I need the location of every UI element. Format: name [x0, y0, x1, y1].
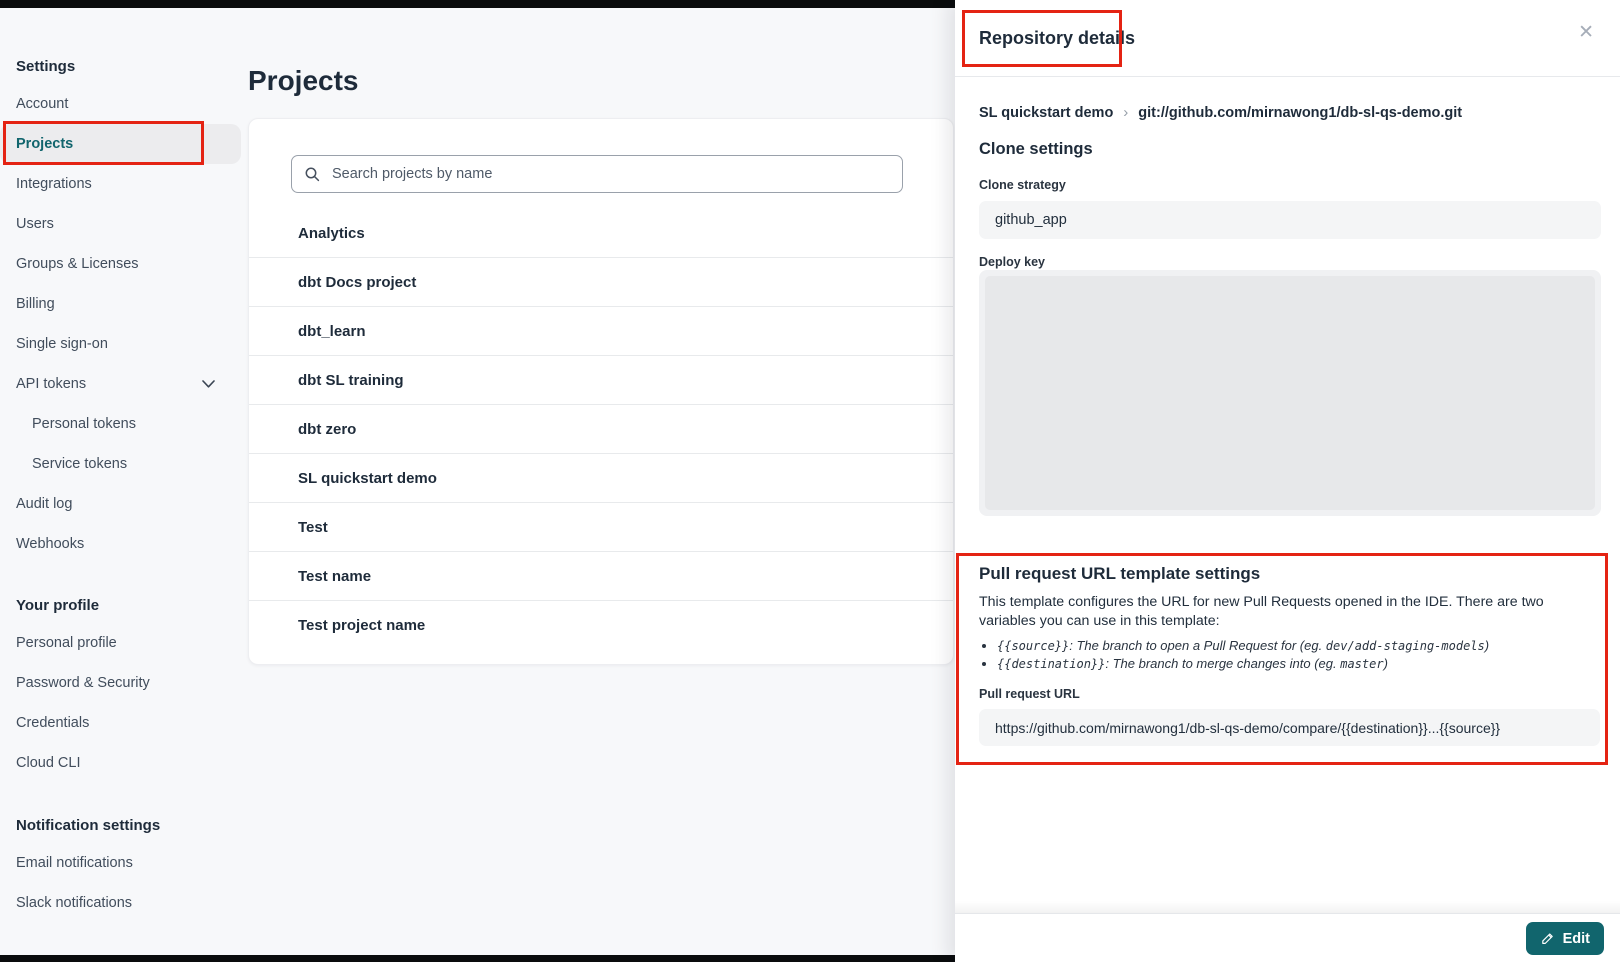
sidebar-item-personal-tokens[interactable]: Personal tokens — [0, 404, 241, 444]
sidebar-item-password-security[interactable]: Password & Security — [0, 663, 241, 703]
project-row-dbt-docs-project[interactable]: dbt Docs project — [249, 258, 953, 307]
deploy-key-label: Deploy key — [979, 255, 1045, 269]
project-row-sl-quickstart-demo[interactable]: SL quickstart demo — [249, 454, 953, 503]
project-row-test-name[interactable]: Test name — [249, 552, 953, 601]
sidebar-item-label: Webhooks — [16, 536, 84, 552]
project-name: Analytics — [298, 225, 365, 242]
sidebar-heading-settings: Settings — [0, 48, 248, 84]
project-name: Test project name — [298, 617, 425, 634]
pr-template-heading: Pull request URL template settings — [979, 564, 1600, 584]
top-chrome-bar — [0, 0, 955, 8]
project-row-dbt-sl-training[interactable]: dbt SL training — [249, 356, 953, 405]
sidebar-item-integrations[interactable]: Integrations — [0, 164, 241, 204]
sidebar-heading-your-profile: Your profile — [0, 587, 248, 623]
project-name: Test name — [298, 568, 371, 585]
project-row-test[interactable]: Test — [249, 503, 953, 552]
sidebar-item-label: Billing — [16, 296, 55, 312]
sidebar-item-label: Email notifications — [16, 855, 133, 871]
drawer-body: SL quickstart demo › git://github.com/mi… — [955, 77, 1620, 913]
edit-button-label: Edit — [1563, 931, 1590, 947]
pr-template-section: Pull request URL template settings This … — [979, 564, 1600, 746]
project-name: SL quickstart demo — [298, 470, 437, 487]
sidebar-item-audit-log[interactable]: Audit log — [0, 484, 241, 524]
sidebar-item-groups-licenses[interactable]: Groups & Licenses — [0, 244, 241, 284]
deploy-key-box — [979, 270, 1601, 516]
sidebar-item-label: Personal tokens — [32, 416, 136, 432]
sidebar-item-projects[interactable]: Projects — [0, 124, 241, 164]
sidebar-item-label: Cloud CLI — [16, 755, 80, 771]
project-name: dbt SL training — [298, 372, 404, 389]
sidebar-item-label: Account — [16, 96, 68, 112]
pr-variable-list: {{source}}: The branch to open a Pull Re… — [979, 637, 1600, 673]
project-row-analytics[interactable]: Analytics — [249, 209, 953, 258]
close-icon[interactable]: ✕ — [1572, 22, 1600, 43]
sidebar-item-label: Personal profile — [16, 635, 117, 651]
pencil-icon — [1540, 931, 1555, 946]
project-name: dbt zero — [298, 421, 356, 438]
sidebar-item-label: Password & Security — [16, 675, 150, 691]
search-input[interactable] — [330, 165, 890, 183]
pull-request-url-value: https://github.com/mirnawong1/db-sl-qs-d… — [979, 709, 1600, 746]
sidebar-item-credentials[interactable]: Credentials — [0, 703, 241, 743]
page-title: Projects — [248, 65, 359, 97]
sidebar-item-api-tokens[interactable]: API tokens — [0, 364, 241, 404]
deploy-key-redacted-value — [985, 276, 1595, 510]
pull-request-url-label: Pull request URL — [979, 687, 1600, 701]
pr-variable-source: {{source}}: The branch to open a Pull Re… — [997, 637, 1600, 655]
search-icon — [304, 166, 321, 183]
sidebar-item-personal-profile[interactable]: Personal profile — [0, 623, 241, 663]
breadcrumb-project[interactable]: SL quickstart demo — [979, 105, 1113, 121]
project-name: dbt Docs project — [298, 274, 416, 291]
breadcrumb-repo-url: git://github.com/mirnawong1/db-sl-qs-dem… — [1138, 105, 1462, 121]
sidebar-item-label: Audit log — [16, 496, 72, 512]
edit-button[interactable]: Edit — [1526, 922, 1604, 955]
sidebar-item-cloud-cli[interactable]: Cloud CLI — [0, 743, 241, 783]
sidebar-item-label: Slack notifications — [16, 895, 132, 911]
sidebar-item-account[interactable]: Account — [0, 84, 241, 124]
sidebar-item-single-sign-on[interactable]: Single sign-on — [0, 324, 241, 364]
sidebar-item-slack-notifications[interactable]: Slack notifications — [0, 883, 241, 923]
breadcrumb-separator-icon: › — [1123, 104, 1128, 121]
drawer-header: Repository details ✕ — [955, 0, 1620, 77]
project-row-dbt-learn[interactable]: dbt_learn — [249, 307, 953, 356]
sidebar-item-label: API tokens — [16, 376, 86, 392]
drawer-title: Repository details — [979, 28, 1135, 49]
sidebar-heading-notification-settings: Notification settings — [0, 807, 248, 843]
sidebar-item-label: Users — [16, 216, 54, 232]
project-list: Analytics dbt Docs project dbt_learndbt SL… — [249, 209, 953, 650]
repository-details-drawer: Repository details ✕ SL quickstart demo … — [955, 0, 1620, 962]
sidebar-item-label: Credentials — [16, 715, 89, 731]
chevron-down-icon[interactable] — [202, 380, 215, 389]
project-search[interactable] — [291, 155, 903, 193]
projects-card: Analytics dbt Docs project dbt_learndbt SL… — [248, 118, 954, 665]
sidebar-item-email-notifications[interactable]: Email notifications — [0, 843, 241, 883]
clone-strategy-value: github_app — [979, 201, 1601, 239]
clone-settings-heading: Clone settings — [979, 140, 1093, 159]
drawer-footer: Edit — [955, 913, 1620, 962]
pr-template-description: This template configures the URL for new… — [979, 593, 1585, 631]
sidebar-item-label: Groups & Licenses — [16, 256, 139, 272]
settings-sidebar: Settings Account Projects Integrations Users… — [0, 8, 248, 923]
project-name: Test — [298, 519, 328, 536]
sidebar-item-label: Integrations — [16, 176, 92, 192]
bottom-chrome-bar — [0, 955, 955, 962]
clone-strategy-label: Clone strategy — [979, 178, 1066, 192]
pr-variable-destination: {{destination}}: The branch to merge cha… — [997, 655, 1600, 673]
sidebar-item-users[interactable]: Users — [0, 204, 241, 244]
sidebar-item-billing[interactable]: Billing — [0, 284, 241, 324]
sidebar-item-label: Service tokens — [32, 456, 127, 472]
sidebar-item-service-tokens[interactable]: Service tokens — [0, 444, 241, 484]
sidebar-item-label: Projects — [16, 136, 73, 152]
sidebar-item-label: Single sign-on — [16, 336, 108, 352]
project-name: dbt_learn — [298, 323, 366, 340]
breadcrumb: SL quickstart demo › git://github.com/mi… — [979, 104, 1462, 121]
project-row-test-project-name[interactable]: Test project name — [249, 601, 953, 650]
sidebar-item-webhooks[interactable]: Webhooks — [0, 524, 241, 564]
project-row-dbt-zero[interactable]: dbt zero — [249, 405, 953, 454]
